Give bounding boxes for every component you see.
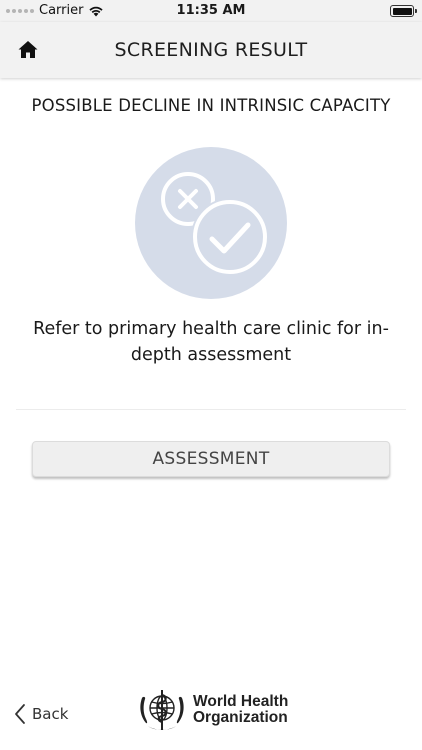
- page-title: SCREENING RESULT: [114, 39, 308, 61]
- navigation-bar: SCREENING RESULT: [0, 22, 422, 78]
- battery-icon: [390, 5, 417, 17]
- divider: [16, 409, 406, 410]
- back-label: Back: [32, 705, 69, 723]
- status-bar: Carrier 11:35 AM: [0, 0, 422, 22]
- who-name: World Health Organization: [193, 694, 288, 726]
- assessment-button[interactable]: ASSESSMENT: [32, 441, 390, 477]
- who-logo: World Health Organization: [136, 686, 288, 734]
- battery-fill: [392, 7, 412, 15]
- who-name-line1: World Health: [193, 693, 289, 710]
- who-emblem-icon: [140, 690, 184, 730]
- who-name-line2: Organization: [193, 709, 288, 726]
- status-time: 11:35 AM: [176, 3, 246, 18]
- home-icon: [18, 41, 38, 58]
- chevron-left-icon: [15, 704, 25, 724]
- back-button[interactable]: Back: [14, 703, 68, 725]
- cross-check-circle-icon: [135, 147, 287, 299]
- home-button[interactable]: [16, 38, 40, 62]
- result-message: Refer to primary health care clinic for …: [33, 319, 389, 365]
- result-title: POSSIBLE DECLINE IN INTRINSIC CAPACITY: [31, 96, 391, 115]
